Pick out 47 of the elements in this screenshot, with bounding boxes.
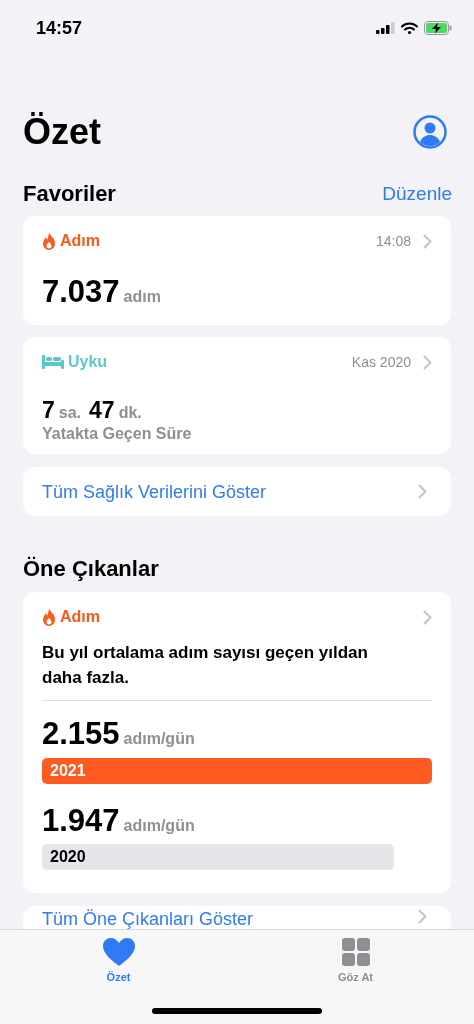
chevron-icon xyxy=(418,909,427,924)
show-all-row[interactable]: Tüm Öne Çıkanları Göster xyxy=(23,906,451,929)
category-label: Uyku xyxy=(68,352,108,372)
chevron-icon xyxy=(423,609,432,625)
chevron-icon xyxy=(423,354,432,370)
section-heading: Öne Çıkanlar xyxy=(23,555,160,583)
show-all-row[interactable]: Tüm Sağlık Verilerini Göster xyxy=(23,467,451,516)
heart-icon xyxy=(102,938,135,966)
tab-item[interactable]: Göz At xyxy=(338,938,373,1024)
bar-label: 2021 xyxy=(50,761,86,781)
flame-icon xyxy=(42,608,56,626)
edit-link[interactable]: Düzenle xyxy=(382,180,452,208)
timestamp: Kas 2020 xyxy=(351,352,411,372)
show-all-link[interactable]: Tüm Öne Çıkanları Göster xyxy=(42,909,254,929)
category-label: Adım xyxy=(60,607,100,627)
wifi-icon xyxy=(401,22,418,34)
favorite-card[interactable]: Uyku Kas 2020 7 sa. 47 dk. Yatakta Geçen Süre xyxy=(23,337,451,454)
metric-value: 1.947 xyxy=(42,803,120,839)
metric-value: 7 xyxy=(42,396,55,424)
battery-charging-icon xyxy=(424,21,452,35)
metric-unit: adım/gün xyxy=(123,816,195,836)
chevron-icon xyxy=(418,484,427,499)
metric-value: 7.037 xyxy=(42,274,120,310)
grid-icon xyxy=(341,938,370,966)
category-label: Adım xyxy=(60,231,100,251)
profile-icon[interactable] xyxy=(413,115,447,149)
metric-value: 2.155 xyxy=(42,716,120,752)
flame-icon xyxy=(42,232,56,250)
page-title: Özet xyxy=(23,110,101,154)
tab-item[interactable]: Özet xyxy=(102,938,135,1024)
status-time: 14:57 xyxy=(36,16,83,40)
metric-caption: Yatakta Geçen Süre xyxy=(42,424,193,444)
bed-icon xyxy=(42,355,64,369)
metric-unit: adım xyxy=(123,287,161,307)
show-all-link[interactable]: Tüm Sağlık Verilerini Göster xyxy=(42,481,267,502)
signal-icon xyxy=(376,22,395,34)
metric-value: 47 xyxy=(89,396,115,424)
bar-label: 2020 xyxy=(50,847,86,867)
highlight-summary: Bu yıl ortalama adım sayısı geçen yıldan daha fazla. xyxy=(42,640,432,701)
metric-unit: adım/gün xyxy=(123,729,195,749)
section-heading: Favoriler xyxy=(23,180,116,208)
metric-unit: sa. xyxy=(58,403,82,423)
timestamp: 14:08 xyxy=(375,231,411,251)
metric-unit: dk. xyxy=(118,403,142,423)
favorite-card[interactable]: Adım 14:08 7.037 adım xyxy=(23,216,451,325)
highlight-card[interactable]: Adım Bu yıl ortalama adım sayısı geçen yıldan daha fazla. 2.155 adım/gün 2021 1.947 adım/gün 2020 xyxy=(23,592,451,893)
chevron-icon xyxy=(423,233,432,249)
